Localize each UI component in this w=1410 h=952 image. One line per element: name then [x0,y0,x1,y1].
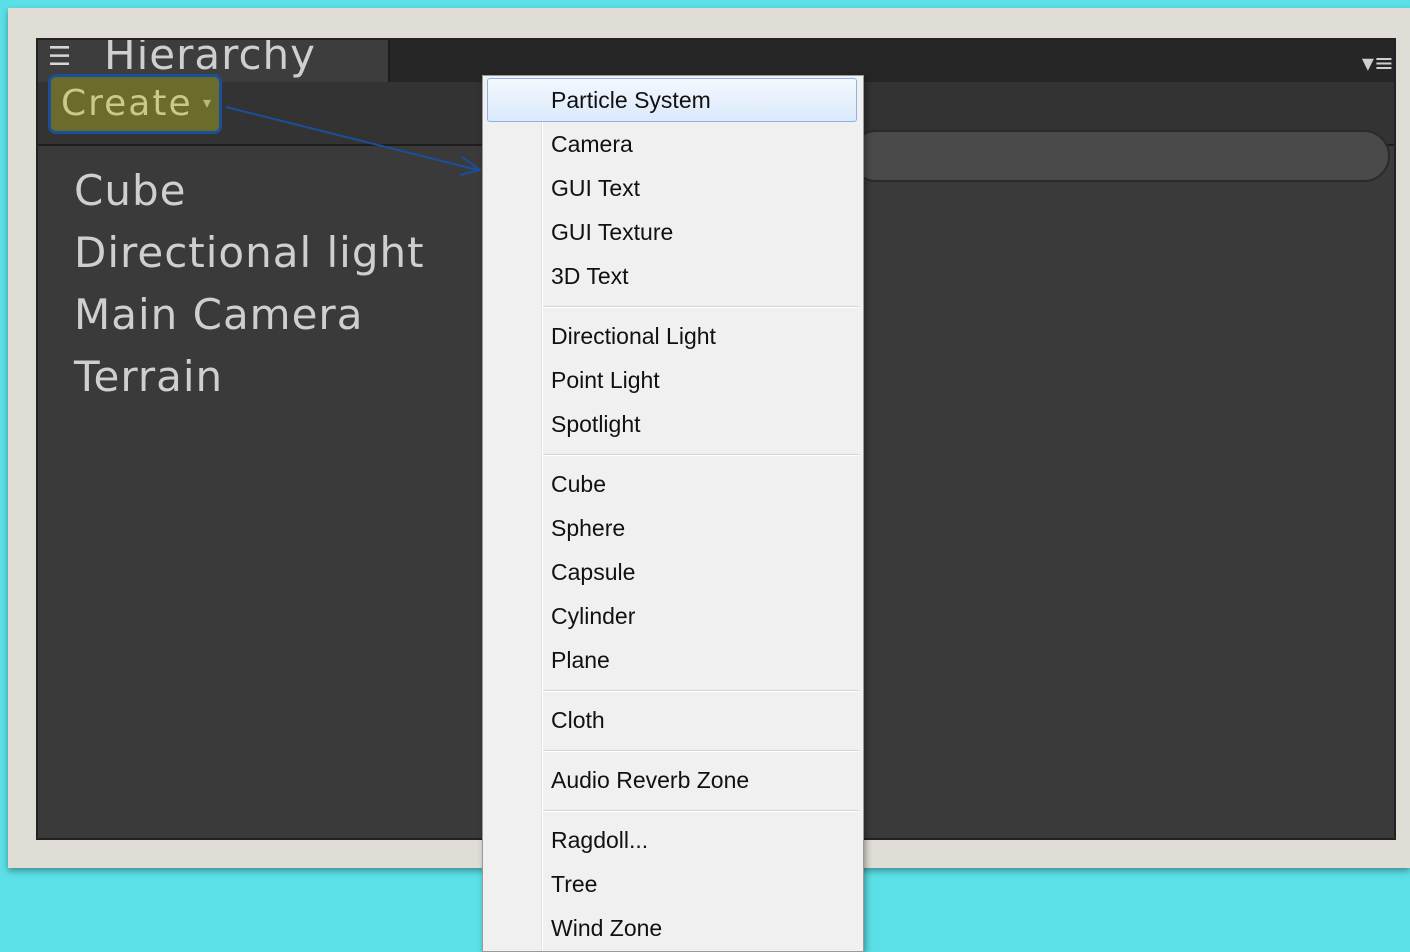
menu-item-cube[interactable]: Cube [487,462,857,506]
menu-item-sphere[interactable]: Sphere [487,506,857,550]
menu-item-camera[interactable]: Camera [487,122,857,166]
menu-separator [543,810,859,812]
menu-item-particle-system[interactable]: Particle System [487,78,857,122]
menu-item-ragdoll[interactable]: Ragdoll... [487,818,857,862]
menu-separator [543,690,859,692]
create-dropdown-menu: Particle System Camera GUI Text GUI Text… [482,75,864,952]
menu-separator [543,454,859,456]
menu-item-spotlight[interactable]: Spotlight [487,402,857,446]
menu-item-3d-text[interactable]: 3D Text [487,254,857,298]
menu-item-cloth[interactable]: Cloth [487,698,857,742]
menu-item-point-light[interactable]: Point Light [487,358,857,402]
menu-item-audio-reverb-zone[interactable]: Audio Reverb Zone [487,758,857,802]
menu-item-wind-zone[interactable]: Wind Zone [487,906,857,950]
menu-item-directional-light[interactable]: Directional Light [487,314,857,358]
menu-item-gui-text[interactable]: GUI Text [487,166,857,210]
menu-item-tree[interactable]: Tree [487,862,857,906]
menu-item-plane[interactable]: Plane [487,638,857,682]
menu-item-gui-texture[interactable]: GUI Texture [487,210,857,254]
menu-separator [543,750,859,752]
menu-separator [543,306,859,308]
menu-item-cylinder[interactable]: Cylinder [487,594,857,638]
menu-item-capsule[interactable]: Capsule [487,550,857,594]
